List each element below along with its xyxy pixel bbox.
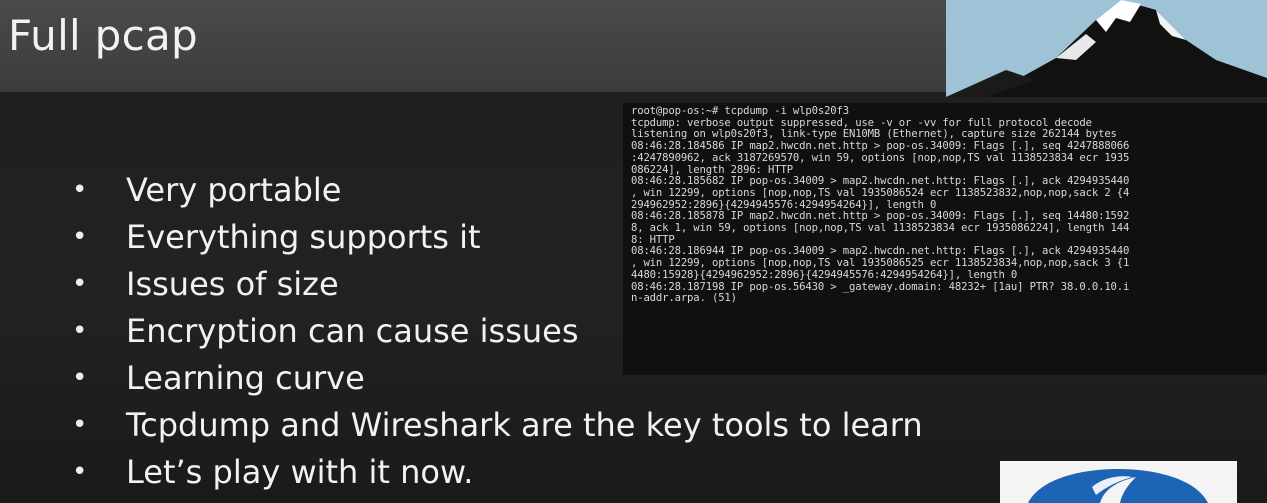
- bullet-text: Everything supports it: [126, 218, 481, 256]
- bullet-dot: •: [72, 175, 88, 205]
- bullet-dot: •: [72, 222, 88, 252]
- terminal-line: n-addr.arpa. (51): [631, 292, 737, 305]
- bullet-dot: •: [72, 316, 88, 346]
- terminal-line: 4480:15928}{4294962952:2896}{4294945576:…: [631, 268, 1018, 281]
- mountain-logo-icon: [946, 0, 1267, 97]
- slide-title: Full pcap: [8, 11, 199, 60]
- bullet-text: Tcpdump and Wireshark are the key tools …: [126, 406, 923, 444]
- terminal-text: root@pop-os:~# tcpdump -i wlp0s20f3 tcpdu…: [631, 105, 1261, 305]
- title-band: Full pcap: [0, 0, 946, 92]
- bullet-text: Very portable: [126, 171, 342, 209]
- terminal-output-screenshot: root@pop-os:~# tcpdump -i wlp0s20f3 tcpdu…: [623, 103, 1267, 375]
- bullet-text: Encryption can cause issues: [126, 312, 579, 350]
- terminal-line: , win 12299, options [nop,nop,TS val 193…: [631, 186, 1130, 199]
- bullet-dot: •: [72, 410, 88, 440]
- bullet-text: Issues of size: [126, 265, 339, 303]
- bullet-text: Let’s play with it now.: [126, 453, 474, 491]
- bullet-dot: •: [72, 269, 88, 299]
- presentation-slide: Full pcap root@pop-os:~# tcpdump -i wlp0…: [0, 0, 1267, 503]
- terminal-line: root@pop-os:~# tcpdump -i wlp0s20f3: [631, 105, 849, 117]
- terminal-line: 8, ack 1, win 59, options [nop,nop,TS va…: [631, 222, 1130, 235]
- terminal-line: :4247890962, ack 3187269570, win 59, opt…: [631, 151, 1130, 164]
- bullet-dot: •: [72, 363, 88, 393]
- circular-blue-logo-icon: [1000, 461, 1237, 503]
- bullet-dot: •: [72, 457, 88, 487]
- bullet-text: Learning curve: [126, 359, 365, 397]
